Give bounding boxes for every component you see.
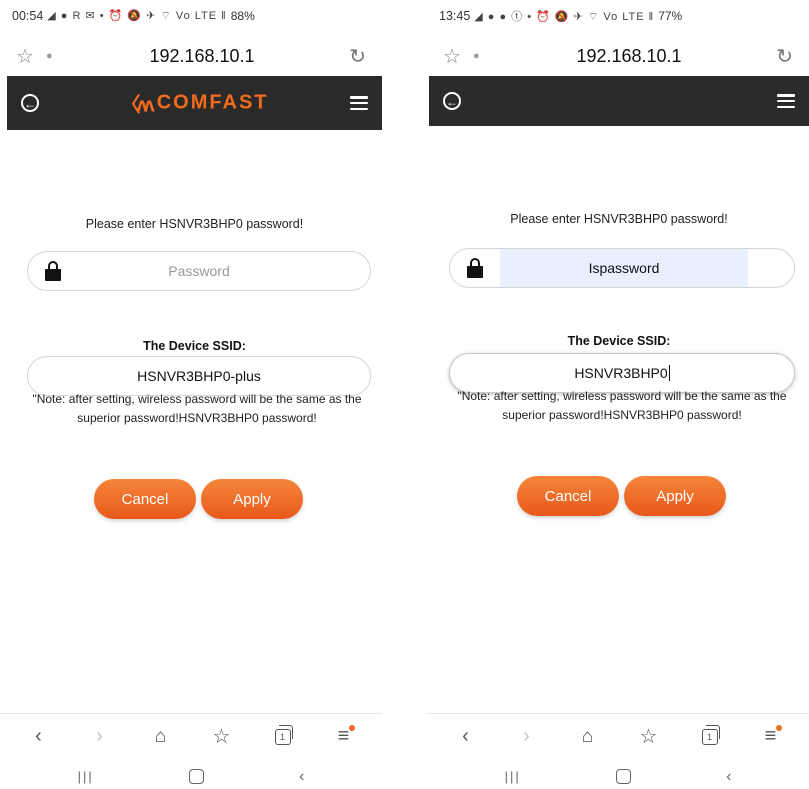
password-prompt: Please enter HSNVR3BHP0 password! <box>510 212 728 226</box>
bookmark-star-icon[interactable]: ☆ <box>16 44 40 69</box>
recent-apps-icon[interactable]: ||| <box>505 769 521 784</box>
menu-icon[interactable]: ≡ <box>329 725 359 748</box>
apply-button[interactable]: Apply <box>624 476 726 516</box>
ssid-value: HSNVR3BHP0-plus <box>137 368 261 384</box>
comfast-logo: 〈ᴧᴧ COMFAST <box>120 89 268 118</box>
logo-text: COMFAST <box>156 91 269 114</box>
menu-glyph: ≡ <box>337 725 350 747</box>
recent-apps-icon[interactable]: ||| <box>78 769 94 784</box>
cancel-button[interactable]: Cancel <box>94 479 196 519</box>
note-text: "Note: after setting, wireless password … <box>457 389 787 422</box>
battery-level: 88% <box>230 9 255 23</box>
status-icons: ◢ ● ● ⓣ • ⏰ 🔕 ✈ ⌔ Vo LTE ‖ <box>474 11 655 23</box>
menu-glyph: ≡ <box>764 725 777 747</box>
status-time: 00:54 <box>12 9 44 23</box>
apply-button[interactable]: Apply <box>201 479 303 519</box>
system-nav-bar: ||| ‹ <box>0 764 382 789</box>
password-field[interactable]: Password <box>27 251 371 291</box>
screenshot-left: 00:54 ◢ ● R ✉ • ⏰ 🔕 ✈ ⌔ Vo LTE ‖ 88% ☆ ●… <box>0 0 382 789</box>
home-icon[interactable]: ⌂ <box>146 726 176 748</box>
back-arrow-icon[interactable]: ‹ <box>451 725 481 748</box>
password-input[interactable]: Password <box>78 252 320 290</box>
status-bar: 13:45 ◢ ● ● ⓣ • ⏰ 🔕 ✈ ⌔ Vo LTE ‖ 77% <box>427 0 809 32</box>
site-info-icon[interactable]: ● <box>46 50 62 62</box>
url-text[interactable]: 192.168.10.1 <box>62 46 342 67</box>
reload-icon[interactable]: ↻ <box>769 44 793 69</box>
password-prompt: Please enter HSNVR3BHP0 password! <box>85 217 304 231</box>
system-back-icon[interactable]: ‹ <box>726 768 731 786</box>
text-caret <box>668 365 670 381</box>
browser-toolbar: ‹ › ⌂ ☆ 1 ≡ <box>0 713 382 759</box>
ssid-value: HSNVR3BHP0 <box>574 365 668 381</box>
ssid-label: The Device SSID: <box>143 339 246 353</box>
password-input[interactable]: Ispassword <box>500 249 748 287</box>
tabs-count: 1 <box>274 724 293 745</box>
cancel-button[interactable]: Cancel <box>517 476 619 516</box>
hamburger-menu-icon[interactable] <box>350 96 368 110</box>
site-info-icon[interactable]: ● <box>473 50 489 62</box>
bookmark-star-icon[interactable]: ☆ <box>443 44 467 69</box>
tabs-icon[interactable]: 1 <box>695 724 725 748</box>
status-bar: 00:54 ◢ ● R ✉ • ⏰ 🔕 ✈ ⌔ Vo LTE ‖ 88% <box>0 0 382 32</box>
page-header: ← <box>429 76 809 126</box>
back-circle-icon[interactable]: ← <box>443 92 461 110</box>
notification-dot <box>348 725 355 731</box>
comfast-logo-mark-icon: 〈ᴧᴧ <box>120 94 154 117</box>
back-circle-icon[interactable]: ← <box>21 94 39 112</box>
lock-icon <box>28 252 78 290</box>
screenshot-right: 13:45 ◢ ● ● ⓣ • ⏰ 🔕 ✈ ⌔ Vo LTE ‖ 77% ☆ ●… <box>427 0 809 789</box>
browser-url-bar: ☆ ● 192.168.10.1 ↻ <box>427 38 809 74</box>
browser-url-bar: ☆ ● 192.168.10.1 ↻ <box>0 38 382 74</box>
hamburger-menu-icon[interactable] <box>777 94 795 108</box>
system-nav-bar: ||| ‹ <box>427 764 809 789</box>
status-icons: ◢ ● R ✉ • ⏰ 🔕 ✈ ⌔ Vo LTE ‖ <box>47 10 227 22</box>
browser-toolbar: ‹ › ⌂ ☆ 1 ≡ <box>427 713 809 759</box>
system-back-icon[interactable]: ‹ <box>299 768 304 786</box>
home-button-icon[interactable] <box>615 769 631 784</box>
home-button-icon[interactable] <box>188 769 204 784</box>
bookmarks-icon[interactable]: ☆ <box>207 724 237 749</box>
url-text[interactable]: 192.168.10.1 <box>489 46 769 67</box>
back-arrow-icon[interactable]: ‹ <box>24 725 54 748</box>
status-time: 13:45 <box>439 9 471 23</box>
battery-level: 77% <box>658 9 683 23</box>
forward-arrow-icon[interactable]: › <box>85 725 115 748</box>
lock-icon <box>450 249 500 287</box>
bookmarks-icon[interactable]: ☆ <box>634 724 664 749</box>
ssid-label: The Device SSID: <box>567 334 671 348</box>
notification-dot <box>775 725 782 731</box>
reload-icon[interactable]: ↻ <box>342 44 366 69</box>
home-icon[interactable]: ⌂ <box>573 726 603 748</box>
tabs-icon[interactable]: 1 <box>268 724 298 748</box>
page-header: ← 〈ᴧᴧ COMFAST <box>7 76 382 130</box>
tabs-count: 1 <box>701 724 720 745</box>
note-text: "Note: after setting, wireless password … <box>32 392 362 425</box>
forward-arrow-icon[interactable]: › <box>512 725 542 748</box>
password-field[interactable]: Ispassword <box>449 248 795 288</box>
menu-icon[interactable]: ≡ <box>756 725 786 748</box>
